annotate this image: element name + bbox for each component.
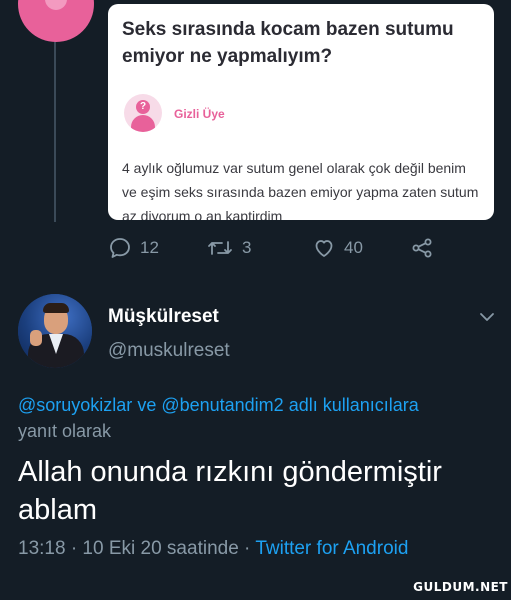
quoted-question-card[interactable]: Seks sırasında kocam bazen sutumu emiyor… bbox=[108, 4, 494, 220]
reply-context-tail: yanıt olarak bbox=[18, 421, 112, 441]
author-handle[interactable]: @muskulreset bbox=[108, 340, 230, 362]
retweet-action[interactable]: 3 bbox=[206, 236, 251, 260]
chevron-down-icon bbox=[480, 313, 494, 321]
site-watermark: GULDUM.NET bbox=[413, 580, 508, 594]
like-action[interactable]: 40 bbox=[312, 236, 363, 260]
tweet-menu-button[interactable] bbox=[479, 310, 495, 328]
share-icon bbox=[412, 238, 432, 258]
retweet-count: 3 bbox=[242, 238, 252, 257]
author-display-name[interactable]: Müşkülreset bbox=[108, 306, 219, 328]
previous-tweet-avatar[interactable] bbox=[18, 0, 94, 42]
mention-link[interactable]: @soruyokizlar bbox=[18, 395, 132, 415]
retweet-icon bbox=[208, 241, 232, 255]
share-action[interactable] bbox=[410, 236, 442, 260]
question-title: Seks sırasında kocam bazen sutumu emiyor… bbox=[122, 19, 454, 67]
tweet-text: Allah onunda rızkını göndermiştir ablam bbox=[18, 456, 442, 526]
reply-joiner: ve bbox=[132, 395, 162, 415]
like-count: 40 bbox=[344, 238, 363, 257]
reply-count: 12 bbox=[140, 238, 159, 257]
tweet-source-link[interactable]: Twitter for Android bbox=[255, 538, 408, 559]
reply-action[interactable]: 12 bbox=[108, 236, 159, 260]
reply-suffix: adlı kullanıcılara bbox=[283, 395, 419, 415]
anonymous-user-icon: ? bbox=[124, 94, 162, 132]
question-body: 4 aylık oğlumuz var sutum genel olarak ç… bbox=[122, 160, 479, 220]
tweet-meta: 13:18 · 10 Eki 20 saatinde · Twitter for… bbox=[18, 538, 408, 560]
author-avatar[interactable] bbox=[18, 294, 92, 368]
like-icon bbox=[315, 240, 333, 257]
question-author: Gizli Üye bbox=[174, 107, 225, 121]
reply-icon bbox=[110, 238, 130, 258]
tweet-timestamp[interactable]: 13:18 · 10 Eki 20 saatinde · bbox=[18, 538, 255, 559]
mention-link[interactable]: @benutandim2 bbox=[161, 395, 283, 415]
reply-context: @soruyokizlar ve @benutandim2 adlı kulla… bbox=[18, 392, 498, 444]
tweet-action-bar: 12 3 40 bbox=[108, 236, 448, 264]
